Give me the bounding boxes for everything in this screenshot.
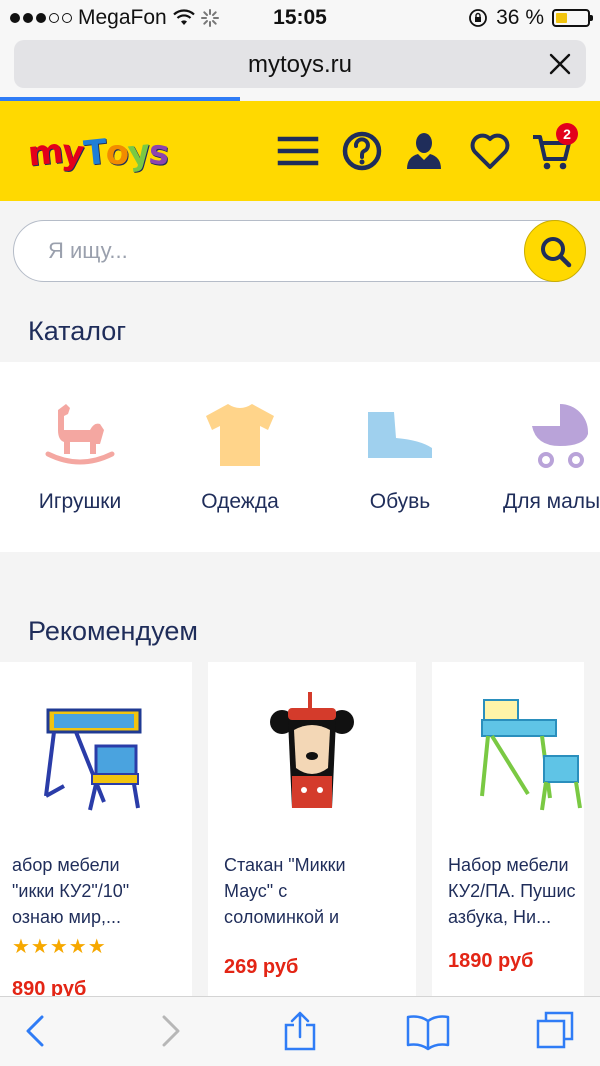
- address-bar[interactable]: mytoys.ru: [14, 40, 586, 88]
- rocking-horse-icon: [45, 404, 115, 465]
- product-price: 269 руб: [224, 956, 299, 978]
- tshirt-icon: [206, 404, 274, 466]
- bookmarks-icon[interactable]: [406, 1011, 450, 1051]
- category-clothes[interactable]: Одежда: [150, 362, 330, 552]
- search-input[interactable]: [48, 235, 488, 267]
- cart-button[interactable]: 2: [530, 123, 578, 173]
- url-text: mytoys.ru: [247, 51, 352, 78]
- back-icon[interactable]: [14, 1011, 58, 1051]
- category-label: Одежда: [201, 490, 279, 513]
- site-header: myToys 2: [0, 101, 600, 201]
- battery-icon: [552, 9, 593, 27]
- tabs-icon[interactable]: [534, 1011, 578, 1051]
- help-icon[interactable]: [340, 129, 384, 173]
- product-image: [44, 708, 142, 811]
- product-card[interactable]: Стакан "Микки Маус" с соломинкой и 269 р…: [208, 662, 416, 996]
- mytoys-logo[interactable]: myToys: [26, 131, 171, 174]
- product-rating: ★★★★★: [12, 936, 107, 958]
- shoe-icon: [368, 412, 432, 458]
- account-icon[interactable]: [402, 129, 446, 173]
- cart-count-badge: 2: [556, 123, 578, 145]
- status-bar: MegaFon 15:05 36 %: [0, 0, 600, 34]
- product-image: [270, 692, 354, 808]
- stroller-icon: [532, 404, 588, 468]
- product-image: [480, 699, 582, 811]
- catalog-title: Каталог: [28, 316, 127, 346]
- category-label: Для малыш: [503, 490, 600, 513]
- category-label: Обувь: [369, 490, 431, 513]
- product-price: 890 руб: [12, 978, 87, 996]
- product-name: Набор мебели КУ2/ПА. Пушис азбука, Ни...: [448, 855, 576, 927]
- product-card[interactable]: абор мебели "икки КУ2"/10" ознаю мир,...…: [0, 662, 192, 996]
- category-toys[interactable]: Игрушки: [0, 362, 170, 552]
- search-button[interactable]: [524, 220, 586, 282]
- catalog-carousel: Игрушки Одежда Обувь Для малыш: [0, 362, 600, 552]
- forward-icon[interactable]: [148, 1011, 192, 1051]
- product-name: Стакан "Микки Маус" с соломинкой и: [224, 855, 346, 927]
- search-bar: [13, 220, 586, 282]
- product-price: 1890 руб: [448, 950, 534, 972]
- recommended-carousel: абор мебели "икки КУ2"/10" ознаю мир,...…: [0, 662, 600, 996]
- product-name: абор мебели "икки КУ2"/10" ознаю мир,...: [12, 855, 130, 927]
- close-icon[interactable]: [548, 52, 572, 76]
- category-label: Игрушки: [38, 490, 122, 513]
- category-baby[interactable]: Для малыш: [470, 362, 600, 552]
- wishlist-icon[interactable]: [468, 129, 512, 173]
- recommended-title: Рекомендуем: [28, 616, 198, 646]
- browser-toolbar: [0, 996, 600, 1066]
- menu-icon[interactable]: [276, 129, 320, 173]
- product-card[interactable]: Набор мебели КУ2/ПА. Пушис азбука, Ни...…: [432, 662, 584, 996]
- share-icon[interactable]: [278, 1011, 322, 1051]
- search-icon: [541, 237, 572, 268]
- orientation-lock-icon: [469, 9, 488, 27]
- category-shoes[interactable]: Обувь: [310, 362, 490, 552]
- battery-percent: 36 %: [496, 6, 544, 29]
- browser-address-area: mytoys.ru: [0, 34, 600, 100]
